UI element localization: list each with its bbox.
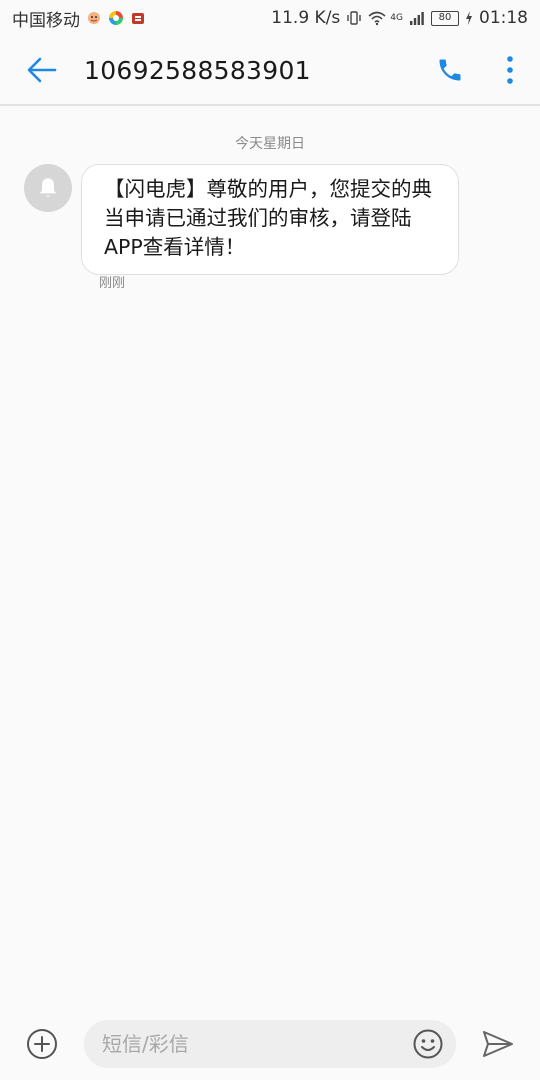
phone-icon [439,59,461,81]
send-button[interactable] [456,1008,540,1080]
signal-icon [409,10,425,26]
plus-circle-icon [27,1029,57,1059]
contact-number: 10692588583901 [84,55,311,85]
bell-icon [39,178,57,197]
message-timestamp: 刚刚 [99,276,126,291]
sender-avatar [24,164,72,212]
back-button[interactable] [0,35,84,105]
sms-screen: 中国移动 11.9 K/s 4G 80 01:18 10692588583901… [0,0,540,1080]
message-bubble[interactable]: 【闪电虎】尊敬的用户，您提交的典当申请已通过我们的审核，请登陆APP查看详情！ [81,164,459,275]
send-icon [483,1031,513,1057]
network-speed: 11.9 K/s [271,8,341,28]
smiley-icon [413,1029,443,1059]
arrow-left-icon [27,57,57,83]
attach-button[interactable] [0,1008,84,1080]
status-bar: 中国移动 11.9 K/s 4G 80 01:18 [0,0,540,36]
app-notification-icon [86,10,102,26]
more-options-button[interactable] [480,35,540,105]
message-input-container [84,1020,456,1068]
app-notification-icon [130,10,146,26]
wifi-icon [368,10,386,26]
app-notification-icon [108,10,124,26]
call-button[interactable] [420,35,480,105]
status-right: 11.9 K/s 4G 80 01:18 [271,8,528,28]
composer-bar [0,1008,540,1080]
emoji-button[interactable] [408,1024,448,1064]
carrier-label: 中国移动 [12,10,80,31]
conversation-header: 10692588583901 [0,36,540,106]
network-type: 4G [390,13,403,23]
more-vertical-icon [507,56,513,84]
vibrate-icon [346,10,362,26]
status-left: 中国移动 [12,6,146,31]
clock: 01:18 [479,8,528,28]
date-separator: 今天星期日 [235,136,305,152]
message-input[interactable] [102,1032,408,1056]
charging-icon [465,10,473,26]
battery-indicator: 80 [431,10,459,26]
